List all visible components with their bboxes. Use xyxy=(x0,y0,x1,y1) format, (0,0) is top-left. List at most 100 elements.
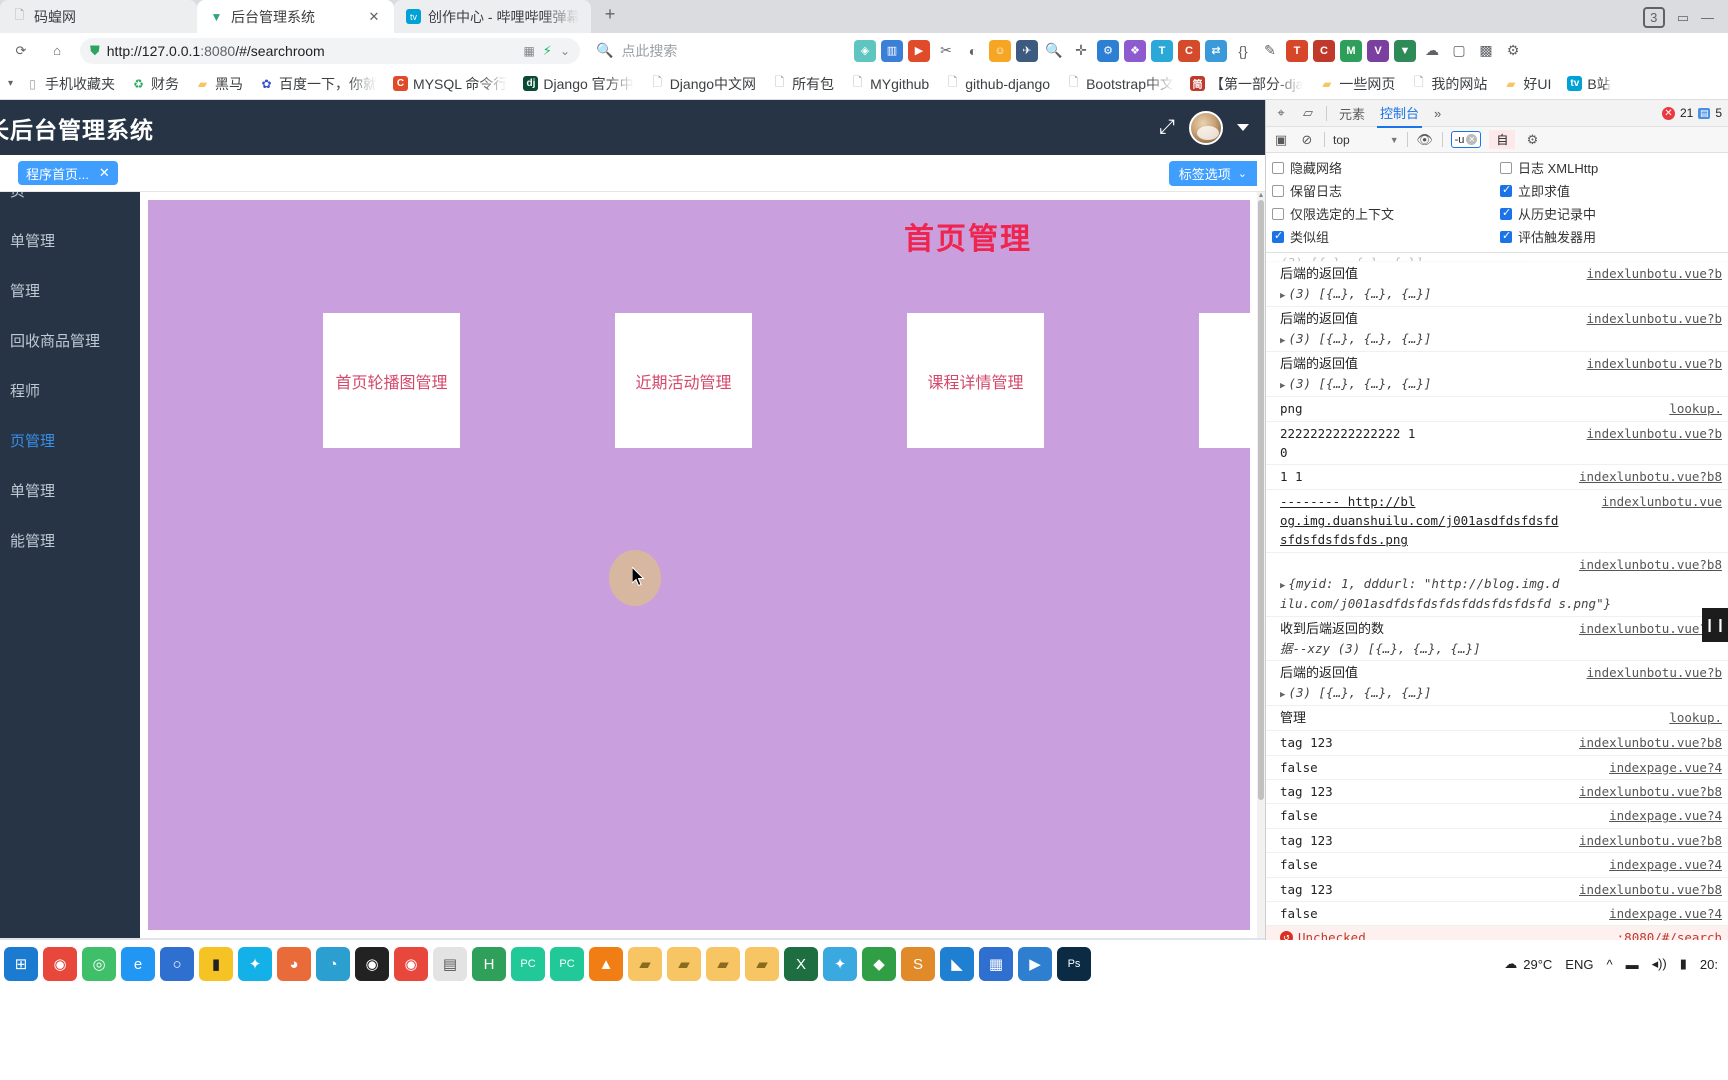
ext-13-icon[interactable]: M xyxy=(1340,39,1362,62)
vscode-app-icon[interactable]: ◣ xyxy=(940,947,974,981)
log-entry[interactable]: png lookup. xyxy=(1266,397,1728,422)
option-group-similar[interactable]: 类似组 xyxy=(1272,225,1500,248)
ext-2-icon[interactable]: ▥ xyxy=(881,39,903,62)
option-log-xhr[interactable]: 日志 XMLHttp xyxy=(1500,156,1728,179)
ext-7-icon[interactable]: ❖ xyxy=(1124,39,1146,62)
inspect-element-icon[interactable]: ⌖ xyxy=(1272,104,1290,122)
ext-14-icon[interactable]: V xyxy=(1367,39,1389,62)
window-icon[interactable]: ▢ xyxy=(1448,40,1470,62)
card-recent-activity-management[interactable]: 近期活动管理 xyxy=(615,313,752,448)
scroll-up-arrow-icon[interactable]: ▲ xyxy=(1257,192,1265,199)
qrcode-icon[interactable]: ▦ xyxy=(523,44,534,58)
log-entry[interactable]: 1 1 indexlunbotu.vue?b8 xyxy=(1266,465,1728,490)
log-entry[interactable]: indexlunbotu.vue?b8 ▶ {myid: 1, dddurl: "… xyxy=(1266,553,1728,617)
log-source[interactable]: indexlunbotu.vue?b8 xyxy=(1579,619,1722,639)
chevron-down-icon[interactable]: ⌄ xyxy=(560,44,570,58)
pycharm-app-icon[interactable]: ▮ xyxy=(199,947,233,981)
settings-gear-icon[interactable]: ⚙ xyxy=(1523,131,1541,149)
pycharm3-app-icon[interactable]: PC xyxy=(550,947,584,981)
chevron-up-icon[interactable]: ^ xyxy=(1606,957,1612,972)
chrome2-app-icon[interactable]: ◉ xyxy=(394,947,428,981)
plus-icon[interactable]: ✛ xyxy=(1070,40,1092,62)
option-hide-network[interactable]: 隐藏网络 xyxy=(1272,156,1500,179)
pycharm2-app-icon[interactable]: PC xyxy=(511,947,545,981)
bookmark-overflow-icon[interactable]: ▾ xyxy=(6,78,15,89)
checkbox[interactable] xyxy=(1500,229,1512,243)
log-entry[interactable]: false indexpage.vue?4 xyxy=(1266,756,1728,781)
log-source[interactable]: indexlunbotu.vue?b xyxy=(1587,663,1722,683)
log-entry[interactable]: 2222222222222222 1 indexlunbotu.vue?b 0 xyxy=(1266,422,1728,466)
log-entry[interactable]: false indexpage.vue?4 xyxy=(1266,804,1728,829)
bookmark-item[interactable]: ▯ 手机收藏夹 xyxy=(19,71,121,97)
navicat-app-icon[interactable]: ◆ xyxy=(862,947,896,981)
close-icon[interactable]: ✕ xyxy=(99,165,110,181)
log-entry[interactable]: 收到后端返回的数 indexlunbotu.vue?b8 据--xzy (3) [… xyxy=(1266,617,1728,662)
start-button[interactable]: ⊞ xyxy=(4,947,38,981)
scroll-thumb[interactable] xyxy=(1258,200,1264,800)
sidebar-item-7[interactable]: 能管理 xyxy=(0,515,140,565)
bookmark-item[interactable]: 🗋 github-django xyxy=(939,73,1056,95)
log-entry[interactable]: false indexpage.vue?4 xyxy=(1266,902,1728,927)
browser-tab-3[interactable]: tv 创作中心 - 哔哩哔哩弹幕 xyxy=(394,0,591,33)
search-input[interactable]: 🔍 点此搜索 xyxy=(590,37,840,64)
chrome-app-icon[interactable]: ◉ xyxy=(43,947,77,981)
skype-app-icon[interactable]: ◔ xyxy=(316,947,350,981)
checkbox[interactable] xyxy=(1500,183,1512,197)
twitter-app-icon[interactable]: ✦ xyxy=(823,947,857,981)
log-entry[interactable]: (3) [{…}, {…}, {…}] xyxy=(1266,253,1728,262)
photo-app-icon[interactable]: ◉ xyxy=(355,947,389,981)
ext-3-icon[interactable]: ▶ xyxy=(908,39,930,62)
bookmark-item[interactable]: C MYSQL 命令行 xyxy=(387,71,513,97)
ie-app-icon[interactable]: e xyxy=(121,947,155,981)
log-source[interactable]: indexlunbotu.vue?b xyxy=(1587,264,1722,284)
folder1-app-icon[interactable]: ▰ xyxy=(628,947,662,981)
ext-15-icon[interactable]: ▼ xyxy=(1394,39,1416,62)
hbuilder-app-icon[interactable]: H xyxy=(472,947,506,981)
log-entry[interactable]: -------- http://bl indexlunbotu.vue og.im… xyxy=(1266,490,1728,553)
card-company-management[interactable]: 公司 xyxy=(1199,313,1250,448)
ext-8-icon[interactable]: T xyxy=(1151,39,1173,62)
clear-icon[interactable]: ✕ xyxy=(1466,134,1478,145)
log-source[interactable]: indexlunbotu.vue?b8 xyxy=(1579,555,1722,574)
checkbox[interactable] xyxy=(1272,184,1284,197)
checkbox[interactable] xyxy=(1500,206,1512,220)
bookmark-item[interactable]: dj Django 官方中 xyxy=(517,71,639,97)
clear-console-icon[interactable]: ⊘ xyxy=(1298,131,1316,149)
address-bar[interactable]: ⛊ http://127.0.0.1:8080/#/searchroom ▦ ⚡… xyxy=(80,37,580,64)
log-source[interactable]: indexlunbotu.vue?b8 xyxy=(1579,467,1722,486)
log-source[interactable]: indexpage.vue?4 xyxy=(1609,855,1722,874)
option-eager-eval[interactable]: 立即求值 xyxy=(1500,179,1728,202)
log-source[interactable]: indexlunbotu.vue?b xyxy=(1587,309,1722,329)
card-banner-management[interactable]: 首页轮播图管理 xyxy=(323,313,460,448)
chevron-down-icon[interactable] xyxy=(1237,124,1249,131)
log-entry[interactable]: 后端的返回值 indexlunbotu.vue?b ▶ (3) [{…}, {…},… xyxy=(1266,661,1728,707)
folder2-app-icon[interactable]: ▰ xyxy=(667,947,701,981)
bookmark-item[interactable]: ▰ 好UI xyxy=(1497,71,1557,97)
pause-icon[interactable]: ❙❙ xyxy=(1702,608,1728,642)
new-tab-button[interactable]: + xyxy=(597,1,623,27)
ext-10-icon[interactable]: ⇄ xyxy=(1205,39,1227,62)
bookmark-item[interactable]: tv B站 xyxy=(1561,71,1616,97)
card-course-detail-management[interactable]: 课程详情管理 xyxy=(907,313,1044,448)
scissors-icon[interactable]: ✂ xyxy=(935,40,957,62)
ext-12-icon[interactable]: C xyxy=(1313,39,1335,62)
page-vertical-scrollbar[interactable]: ▲ xyxy=(1257,192,1265,938)
log-source[interactable]: indexlunbotu.vue?b8 xyxy=(1579,733,1722,752)
bookmark-item[interactable]: 简【第一部分-dja xyxy=(1184,71,1309,97)
bookmark-item[interactable]: 🗋 我的网站 xyxy=(1405,71,1493,97)
log-entry[interactable]: 后端的返回值 indexlunbotu.vue?b ▶ (3) [{…}, {…},… xyxy=(1266,352,1728,398)
sidebar-item-5[interactable]: 页管理 xyxy=(0,415,140,465)
chart-app-icon[interactable]: ▦ xyxy=(979,947,1013,981)
folder3-app-icon[interactable]: ▰ xyxy=(706,947,740,981)
search-app-icon[interactable]: ○ xyxy=(160,947,194,981)
settings-gear-icon[interactable]: ⚙ xyxy=(1502,40,1524,62)
sidebar-item-6[interactable]: 单管理 xyxy=(0,465,140,515)
minimize-icon[interactable]: — xyxy=(1701,10,1714,25)
ext-11-icon[interactable]: T xyxy=(1286,39,1308,62)
bookmark-item[interactable]: 🗋 Django中文网 xyxy=(644,71,762,97)
weather-widget[interactable]: ☁ 29°C xyxy=(1504,956,1552,972)
reload-icon[interactable]: ⟳ xyxy=(8,38,34,64)
cloud-icon[interactable]: ☁ xyxy=(1421,40,1443,62)
log-source[interactable]: indexlunbotu.vue?b8 xyxy=(1579,782,1722,801)
issue-counts[interactable]: ✕ 21 ▤ 5 xyxy=(1661,106,1722,120)
